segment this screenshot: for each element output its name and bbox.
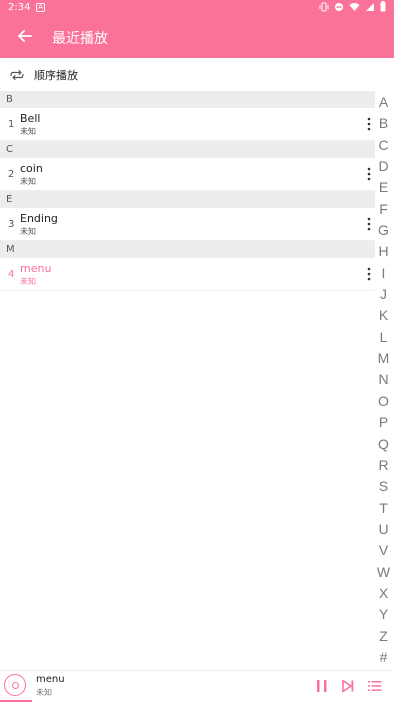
section-header: M (0, 241, 375, 258)
list-item[interactable]: 2 coin 未知 (0, 158, 375, 191)
index-letter[interactable]: V (373, 540, 394, 561)
vibrate-icon (319, 2, 329, 15)
more-options-icon[interactable] (365, 266, 373, 282)
song-list: B 1 Bell 未知 C 2 coin 未知 E 3 Ending 未知 M … (0, 91, 375, 291)
index-letter[interactable]: P (373, 412, 394, 433)
index-letter[interactable]: Y (373, 604, 394, 625)
app-bar: 最近播放 (0, 16, 394, 58)
index-letter[interactable]: H (373, 241, 394, 262)
album-disc-icon (4, 674, 26, 696)
index-letter[interactable]: F (373, 199, 394, 220)
index-letter[interactable]: M (373, 348, 394, 369)
index-letter[interactable]: W (373, 562, 394, 583)
list-item[interactable]: 1 Bell 未知 (0, 108, 375, 141)
more-options-icon[interactable] (365, 216, 373, 232)
index-letter[interactable]: L (373, 327, 394, 348)
playlist-icon[interactable] (367, 678, 383, 694)
index-letter[interactable]: U (373, 519, 394, 540)
index-letter[interactable]: B (373, 113, 394, 134)
index-letter[interactable]: # (373, 647, 394, 668)
song-artist: 未知 (20, 127, 36, 136)
section-header: C (0, 141, 375, 158)
song-title: coin (20, 162, 43, 175)
song-artist: 未知 (20, 277, 36, 286)
track-number: 4 (8, 269, 15, 280)
index-letter[interactable]: T (373, 498, 394, 519)
track-number: 3 (8, 219, 15, 230)
alphabet-index-bar[interactable]: A B C D E F G H I J K L M N O P Q R S T U V W X Y Z # (373, 92, 394, 668)
battery-icon (380, 1, 386, 15)
song-artist: 未知 (20, 227, 36, 236)
index-letter[interactable]: N (373, 369, 394, 390)
index-letter[interactable]: Q (373, 434, 394, 455)
track-number: 1 (8, 119, 15, 130)
song-artist: 未知 (20, 177, 36, 186)
status-time: 2:34 (8, 2, 31, 13)
more-options-icon[interactable] (365, 166, 373, 182)
now-playing-artist: 未知 (36, 688, 52, 697)
notification-icon: A (36, 3, 45, 12)
status-bar: 2:34 A (0, 0, 394, 16)
index-letter[interactable]: D (373, 156, 394, 177)
list-item[interactable]: 3 Ending 未知 (0, 208, 375, 241)
index-letter[interactable]: C (373, 135, 394, 156)
now-playing-title: menu (36, 674, 65, 685)
now-playing-bar[interactable]: menu 未知 (0, 670, 394, 702)
song-title: Bell (20, 112, 41, 125)
play-mode-toggle[interactable]: 顺序播放 (0, 58, 394, 91)
index-letter[interactable]: S (373, 476, 394, 497)
song-title: Ending (20, 212, 58, 225)
index-letter[interactable]: K (373, 305, 394, 326)
pause-icon[interactable] (314, 678, 330, 694)
index-letter[interactable]: J (373, 284, 394, 305)
index-letter[interactable]: E (373, 177, 394, 198)
index-letter[interactable]: X (373, 583, 394, 604)
wifi-icon (349, 2, 360, 15)
more-options-icon[interactable] (365, 116, 373, 132)
index-letter[interactable]: A (373, 92, 394, 113)
index-letter[interactable]: G (373, 220, 394, 241)
play-mode-label: 顺序播放 (34, 68, 78, 82)
index-letter[interactable]: Z (373, 626, 394, 647)
arrow-back-icon[interactable] (14, 25, 36, 47)
cell-signal-icon (365, 2, 375, 15)
list-item-now-playing[interactable]: 4 menu 未知 (0, 258, 375, 291)
section-header: E (0, 191, 375, 208)
section-header: B (0, 91, 375, 108)
repeat-icon (8, 66, 26, 84)
page-title: 最近播放 (52, 31, 108, 47)
index-letter[interactable]: O (373, 391, 394, 412)
skip-next-icon[interactable] (340, 678, 356, 694)
track-number: 2 (8, 169, 15, 180)
status-icons (319, 1, 386, 15)
song-title: menu (20, 262, 52, 275)
dnd-icon (334, 2, 344, 15)
index-letter[interactable]: I (373, 263, 394, 284)
index-letter[interactable]: R (373, 455, 394, 476)
